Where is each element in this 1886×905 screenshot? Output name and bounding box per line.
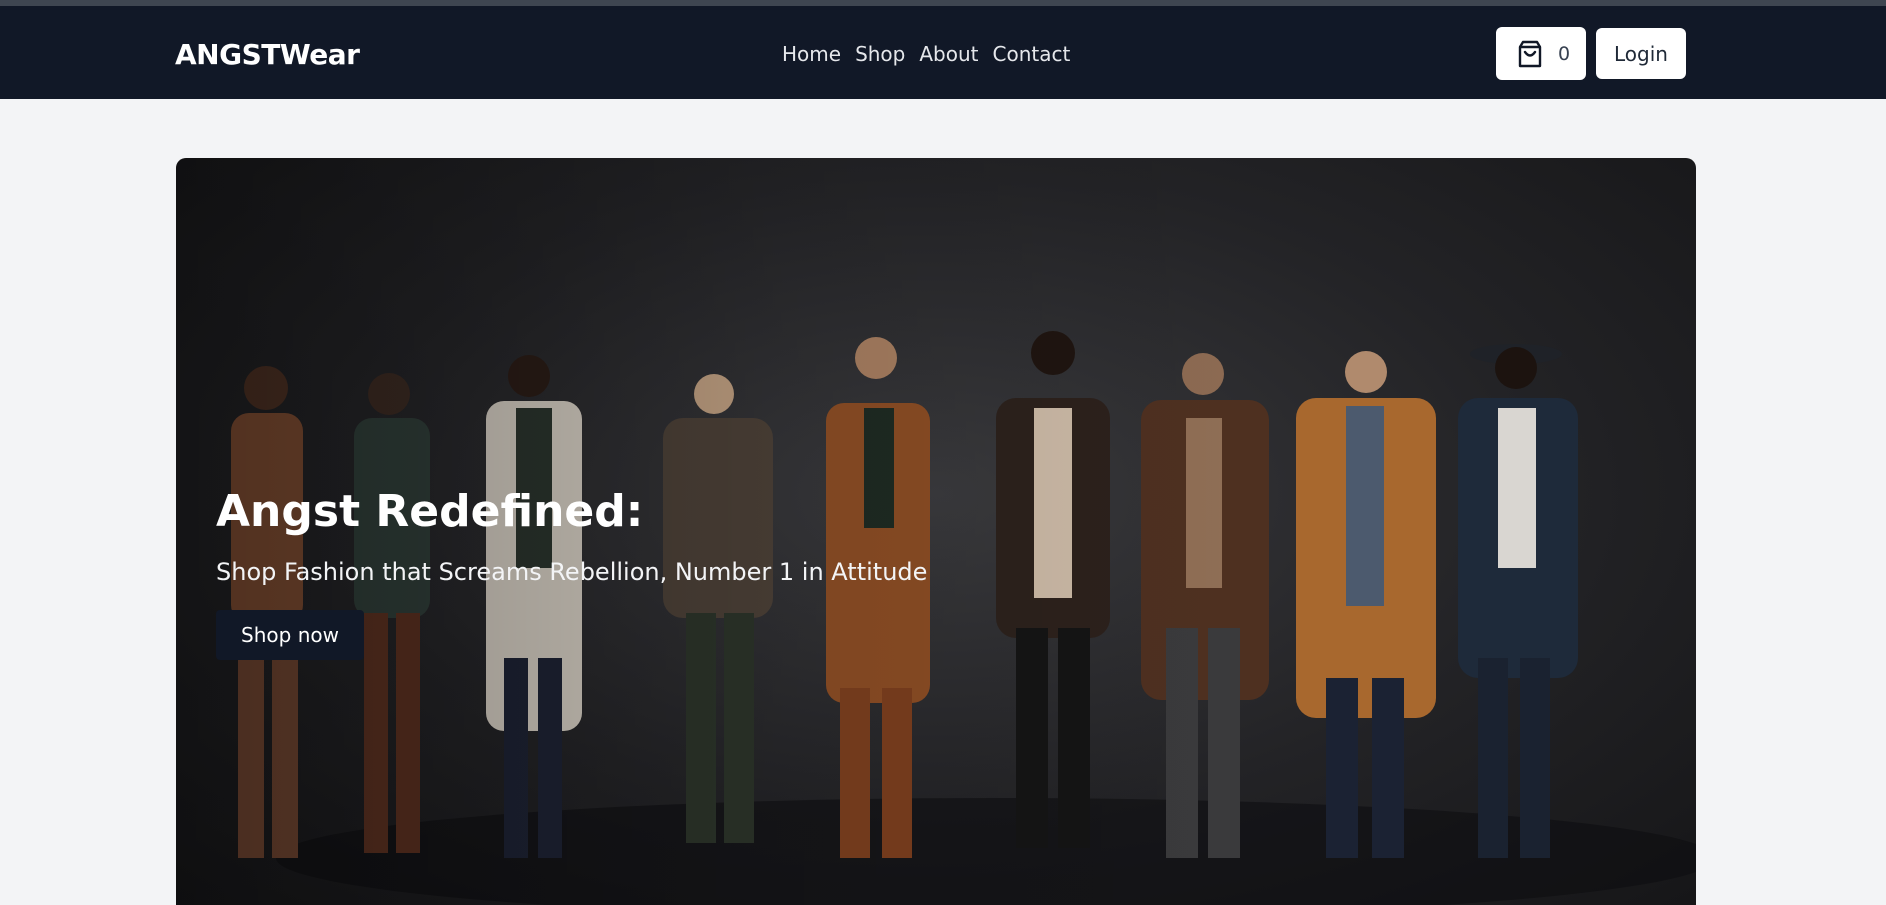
login-button[interactable]: Login (1596, 28, 1686, 79)
shopping-bag-icon (1518, 40, 1542, 67)
cart-button[interactable]: 0 (1496, 27, 1586, 80)
nav-about-link[interactable]: About (919, 42, 978, 66)
nav-home-link[interactable]: Home (782, 42, 841, 66)
hero-banner: Angst Redefined: Shop Fashion that Screa… (176, 158, 1696, 905)
nav-contact-link[interactable]: Contact (993, 42, 1071, 66)
main-nav: Home Shop About Contact (782, 42, 1070, 66)
navbar: ANGSTWear Home Shop About Contact 0 Logi… (0, 6, 1886, 99)
cart-count: 0 (1558, 42, 1571, 65)
brand-logo[interactable]: ANGSTWear (175, 38, 360, 71)
nav-shop-link[interactable]: Shop (855, 42, 905, 66)
hero-subtitle: Shop Fashion that Screams Rebellion, Num… (216, 558, 928, 586)
hero-title: Angst Redefined: (216, 486, 644, 537)
shop-now-button[interactable]: Shop now (216, 610, 364, 660)
